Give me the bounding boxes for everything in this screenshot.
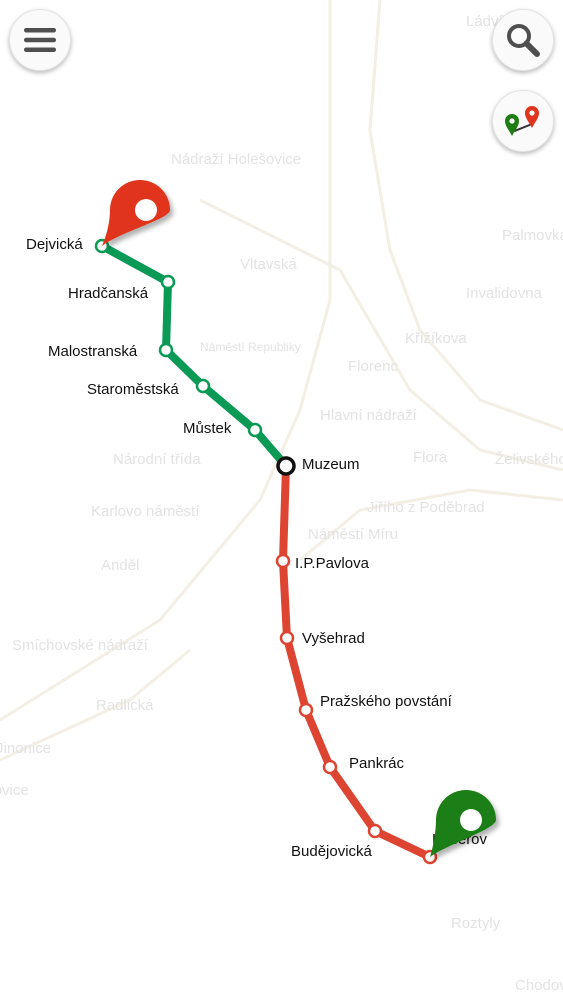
- station-label-hradcanska: Hradčanská: [68, 285, 149, 302]
- bg-station-label: Florenc: [348, 358, 399, 375]
- station-label-pankrac: Pankrác: [349, 755, 405, 772]
- bg-station-label: Flora: [413, 449, 448, 466]
- bg-station-label: Anděl: [101, 557, 139, 574]
- station-dot-muzeum[interactable]: [276, 456, 296, 476]
- bg-station-label: Želivského: [495, 451, 563, 468]
- station-dot-pankrac[interactable]: [322, 759, 338, 775]
- bg-station-label: Křižíkova: [405, 330, 467, 347]
- station-label-vysehrad: Vyšehrad: [302, 630, 365, 647]
- station-dot-vysehrad[interactable]: [279, 630, 295, 646]
- origin-pin-hole: [460, 809, 482, 831]
- bg-station-label: Radlická: [96, 697, 154, 714]
- station-dot-malostranska[interactable]: [158, 342, 174, 358]
- route-button[interactable]: [492, 90, 554, 152]
- station-dot-budejovicka[interactable]: [367, 823, 383, 839]
- station-label-staromestska: Staroměstská: [87, 381, 179, 398]
- bg-station-label: Národní třída: [113, 451, 201, 468]
- bg-station-label: Hlavní nádraží: [320, 407, 418, 424]
- route-pins-icon: [505, 106, 539, 136]
- destination-pin-hole: [135, 199, 157, 221]
- bg-station-label: Náměstí Míru: [308, 526, 398, 543]
- bg-station-label: Palmovka: [502, 227, 563, 244]
- hamburger-menu-icon: [24, 28, 56, 52]
- route-line-c: [279, 462, 434, 861]
- station-label-dejvicka: Dejvická: [26, 236, 83, 253]
- bg-station-label: Invalidovna: [466, 285, 543, 302]
- station-label-ip-pavlova: I.P.Pavlova: [295, 555, 370, 572]
- bg-station-label: Nádraží Holešovice: [171, 151, 301, 168]
- station-label-budejovicka: Budějovická: [291, 843, 373, 860]
- station-dot-prazskeho-povstani[interactable]: [298, 702, 314, 718]
- station-label-mustek: Můstek: [183, 420, 232, 437]
- bg-station-label: Jiřího z Poděbrad: [367, 499, 485, 516]
- menu-button[interactable]: [9, 9, 71, 71]
- bg-station-label: Náměstí Republiky: [200, 340, 301, 354]
- bg-station-label: Roztyly: [451, 915, 501, 932]
- station-dot-hradcanska[interactable]: [160, 274, 176, 290]
- station-dot-ip-pavlova[interactable]: [275, 553, 291, 569]
- bg-station-label: Nové Butovice: [0, 782, 29, 799]
- bg-station-label: Chodov: [515, 977, 563, 994]
- station-label-muzeum: Muzeum: [302, 456, 360, 473]
- metro-map[interactable]: Ládví Nádraží Holešovice Palmovka Vltavs…: [0, 0, 563, 1000]
- station-label-prazskeho-povstani: Pražského povstání: [320, 693, 453, 710]
- station-dot-mustek[interactable]: [247, 422, 263, 438]
- search-icon: [507, 24, 540, 57]
- station-label-malostranska: Malostranská: [48, 343, 138, 360]
- bg-station-label: Smíchovské nádraží: [12, 637, 149, 654]
- bg-station-label: Jinonice: [0, 740, 51, 757]
- search-button[interactable]: [492, 9, 554, 71]
- bg-station-label: Vltavská: [240, 256, 297, 273]
- bg-station-label: Karlovo náměstí: [91, 503, 200, 520]
- station-dot-staromestska[interactable]: [195, 378, 211, 394]
